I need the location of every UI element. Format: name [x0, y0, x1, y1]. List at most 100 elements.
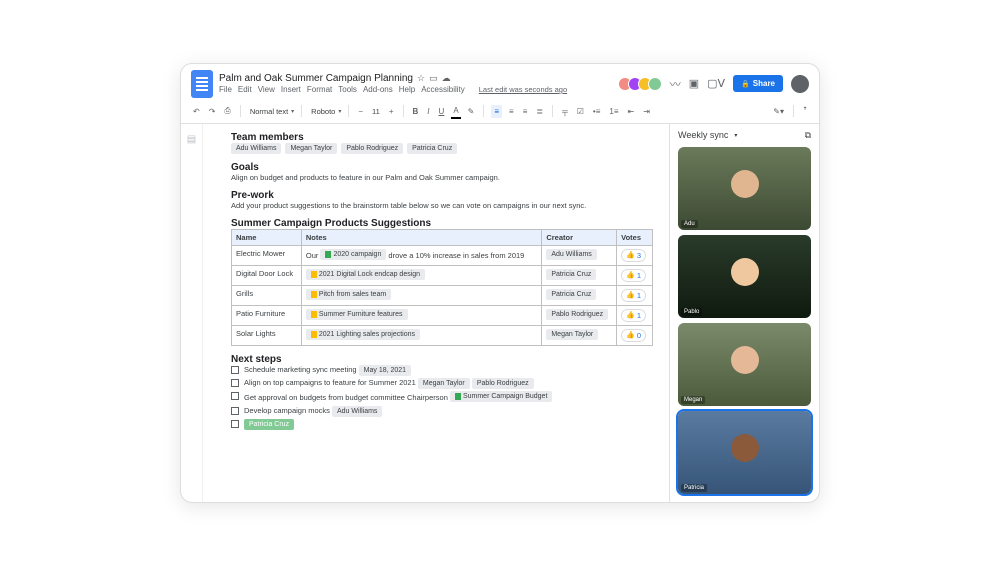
checklist-icon[interactable]: ☑	[575, 105, 586, 118]
cell-creator: Megan Taylor	[542, 325, 617, 345]
person-chip[interactable]: Pablo Rodriguez	[472, 378, 534, 389]
highlight-icon[interactable]: ✎	[466, 105, 477, 118]
align-center-icon[interactable]: ≡	[507, 105, 516, 118]
font-size-field[interactable]: 11	[370, 106, 382, 117]
last-edit-text[interactable]: Last edit was seconds ago	[479, 85, 567, 94]
editing-mode-icon[interactable]: ✎▾	[771, 105, 786, 118]
indent-inc-icon[interactable]: ⇥	[641, 105, 652, 118]
move-folder-icon[interactable]: ▭	[429, 73, 438, 84]
meet-popout-icon[interactable]: ⧉	[805, 130, 811, 141]
person-chip[interactable]: Adu Williams	[231, 143, 281, 154]
vote-button[interactable]: 👍1	[621, 289, 646, 302]
menu-edit[interactable]: Edit	[238, 85, 252, 94]
align-right-icon[interactable]: ≡	[521, 105, 530, 118]
account-avatar[interactable]	[791, 75, 809, 93]
person-chip[interactable]: Patricia Cruz	[546, 289, 596, 300]
cell-votes: 👍1	[617, 305, 653, 325]
checkbox[interactable]	[231, 420, 239, 428]
bulleted-list-icon[interactable]: •≡	[591, 105, 602, 118]
collaborator-avatars[interactable]	[622, 77, 662, 91]
menu-tools[interactable]: Tools	[338, 85, 357, 94]
person-chip[interactable]: Megan Taylor	[285, 143, 337, 154]
align-justify-icon[interactable]: ≣	[534, 105, 545, 118]
vote-button[interactable]: 👍3	[621, 249, 646, 262]
checkbox[interactable]	[231, 407, 239, 415]
menu-accessibility[interactable]: Accessibility	[421, 85, 465, 94]
thumbs-up-icon: 👍	[626, 311, 635, 319]
video-tile[interactable]: Adu	[678, 147, 811, 230]
person-chip[interactable]: Adu Williams	[546, 249, 596, 260]
file-chip[interactable]: Pitch from sales team	[306, 289, 391, 300]
document-body[interactable]: Team members Adu WilliamsMegan TaylorPab…	[203, 124, 669, 502]
comments-icon[interactable]: ▣	[689, 77, 699, 90]
checkbox[interactable]	[231, 392, 239, 400]
font-size-dec[interactable]: −	[356, 105, 365, 118]
star-icon[interactable]: ☆	[417, 73, 425, 84]
align-left-icon[interactable]: ≡	[491, 105, 502, 118]
person-chip[interactable]: Megan Taylor	[418, 378, 470, 389]
font-size-inc[interactable]: +	[387, 105, 396, 118]
video-tile[interactable]: Pablo	[678, 235, 811, 318]
vote-button[interactable]: 👍0	[621, 329, 646, 342]
menu-insert[interactable]: Insert	[281, 85, 301, 94]
numbered-list-icon[interactable]: 1≡	[607, 105, 620, 118]
heading-table: Summer Campaign Products Suggestions	[231, 218, 653, 229]
checkbox[interactable]	[231, 379, 239, 387]
docs-logo-icon[interactable]	[191, 70, 213, 98]
menu-format[interactable]: Format	[307, 85, 332, 94]
checklist-text: Get approval on budgets from budget comm…	[244, 391, 552, 402]
bold-icon[interactable]: B	[411, 105, 421, 118]
outline-rail: ▤	[181, 124, 203, 502]
person-chip[interactable]: Patricia Cruz	[546, 269, 596, 280]
menu-addons[interactable]: Add-ons	[363, 85, 393, 94]
video-tile[interactable]: Patricia	[678, 411, 811, 494]
font-select[interactable]: Roboto▾	[309, 106, 341, 117]
meet-panel: Weekly sync ▾ ⧉ Adu Pablo Megan Patricia…	[669, 124, 819, 502]
file-chip[interactable]: Summer Furniture features	[306, 309, 408, 320]
person-chip[interactable]: Adu Williams	[332, 406, 382, 417]
hide-menus-icon[interactable]: ꜛ	[801, 105, 809, 118]
print-icon[interactable]: ⎙	[222, 104, 232, 118]
person-chip[interactable]: Pablo Rodriguez	[546, 309, 608, 320]
person-chip[interactable]: Patricia Cruz	[407, 143, 457, 154]
video-tile[interactable]: Megan	[678, 323, 811, 406]
checkbox[interactable]	[231, 366, 239, 374]
checklist-item: Schedule marketing sync meeting May 18, …	[231, 365, 653, 374]
share-button[interactable]: Share	[733, 75, 783, 92]
file-chip[interactable]: 2021 Lighting sales projections	[306, 329, 420, 340]
doc-title[interactable]: Palm and Oak Summer Campaign Planning	[219, 73, 413, 84]
underline-icon[interactable]: U	[437, 105, 447, 118]
person-chip[interactable]: Patricia Cruz	[244, 419, 294, 430]
checklist-item: Patricia Cruz	[231, 419, 653, 428]
menu-view[interactable]: View	[258, 85, 275, 94]
line-spacing-icon[interactable]: ╤	[560, 105, 570, 118]
redo-icon[interactable]: ↷	[207, 105, 218, 118]
cell-name: Patio Furniture	[232, 305, 302, 325]
cloud-status-icon[interactable]: ☁	[442, 73, 451, 84]
analytics-icon[interactable]: 〰	[670, 76, 681, 92]
avatar[interactable]	[648, 77, 662, 91]
vote-button[interactable]: 👍1	[621, 309, 646, 322]
meet-title-dropdown-icon[interactable]: ▾	[734, 132, 737, 139]
menu-file[interactable]: File	[219, 85, 232, 94]
outline-toggle-icon[interactable]: ▤	[181, 134, 202, 145]
style-select[interactable]: Normal text▾	[248, 106, 294, 117]
text-color-icon[interactable]: A	[451, 104, 460, 119]
person-chip[interactable]: Megan Taylor	[546, 329, 598, 340]
undo-icon[interactable]: ↶	[191, 105, 202, 118]
menu-help[interactable]: Help	[399, 85, 415, 94]
checklist-item: Get approval on budgets from budget comm…	[231, 391, 653, 402]
meet-controls: 🎤 ▢ ✋ ⋮ ✆	[678, 500, 811, 502]
file-chip[interactable]: 2020 campaign	[320, 249, 386, 260]
indent-dec-icon[interactable]: ⇤	[626, 105, 637, 118]
person-chip[interactable]: May 18, 2021	[359, 365, 411, 376]
vote-button[interactable]: 👍1	[621, 269, 646, 282]
italic-icon[interactable]: I	[425, 105, 431, 118]
meet-present-icon[interactable]: ▢ᐯ	[707, 77, 725, 90]
menu-bar: File Edit View Insert Format Tools Add-o…	[219, 85, 567, 94]
file-chip[interactable]: 2021 Digital Lock endcap design	[306, 269, 425, 280]
table-row: Electric MowerOur 2020 campaign drove a …	[232, 245, 653, 265]
file-chip[interactable]: Summer Campaign Budget	[450, 391, 552, 402]
cell-name: Grills	[232, 285, 302, 305]
person-chip[interactable]: Pablo Rodriguez	[341, 143, 403, 154]
